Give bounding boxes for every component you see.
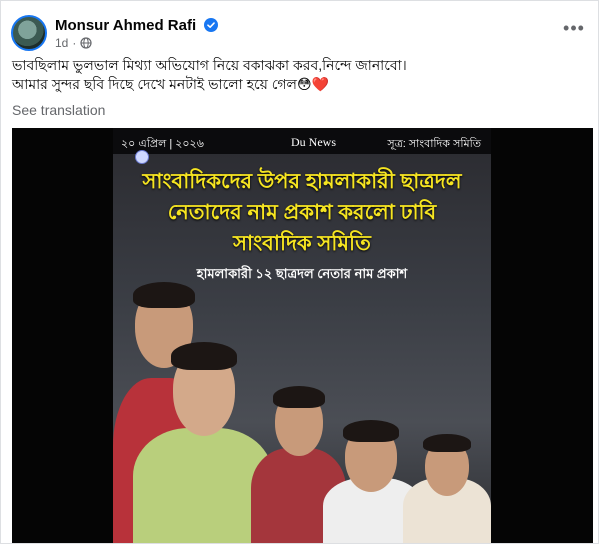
news-poster: ২০ এপ্রিল | ২০২৬ Du News সূত্র: সাংবাদিক… (113, 128, 491, 543)
headline-line-2: নেতাদের নাম প্রকাশ করলো ঢাবি (167, 201, 437, 224)
meta-dot: · (72, 36, 77, 50)
post-image[interactable]: ২০ এপ্রিল | ২০২৬ Du News সূত্র: সাংবাদিক… (12, 128, 593, 543)
post-text: ভাবছিলাম ভুলভাল মিথ্যা অভিযোগ নিয়ে বকাঝ… (12, 56, 586, 94)
poster-date: ২০ এপ্রিল | ২০২৬ (121, 138, 204, 150)
post-text-line-1: ভাবছিলাম ভুলভাল মিথ্যা অভিযোগ নিয়ে বকাঝ… (12, 57, 407, 73)
poster-source: সূত্র: সাংবাদিক সমিতি (387, 138, 481, 150)
more-options-icon[interactable]: ••• (562, 19, 586, 41)
author-name-row: Monsur Ahmed Rafi (55, 17, 219, 34)
author-name[interactable]: Monsur Ahmed Rafi (55, 17, 196, 34)
poster-top-bar: ২০ এপ্রিল | ২০২৬ Du News সূত্র: সাংবাদিক… (113, 128, 491, 154)
post-card: Monsur Ahmed Rafi 1d · ••• ভাবছিলাম ভুলভ… (0, 0, 599, 544)
poster-outlet: Du News (291, 135, 336, 149)
post-timestamp[interactable]: 1d (55, 36, 68, 50)
post-meta: 1d · (55, 36, 92, 50)
headline-line-3: সাংবাদিক সমিতি (233, 232, 371, 255)
verified-badge-icon (204, 18, 219, 32)
post-text-line-2: আমার সুন্দর ছবি দিছে দেখে মনটাই ভালো হয়… (12, 76, 330, 92)
post-header: Monsur Ahmed Rafi 1d · ••• (11, 11, 588, 51)
globe-icon (80, 37, 92, 49)
headline-line-1: সাংবাদিকদের উপর হামলাকারী ছাত্রদল (142, 170, 462, 193)
outlet-logo-icon (135, 150, 149, 164)
poster-headline: সাংবাদিকদের উপর হামলাকারী ছাত্রদল নেতাদে… (113, 166, 491, 259)
avatar[interactable] (11, 15, 47, 51)
see-translation-link[interactable]: See translation (12, 102, 105, 118)
